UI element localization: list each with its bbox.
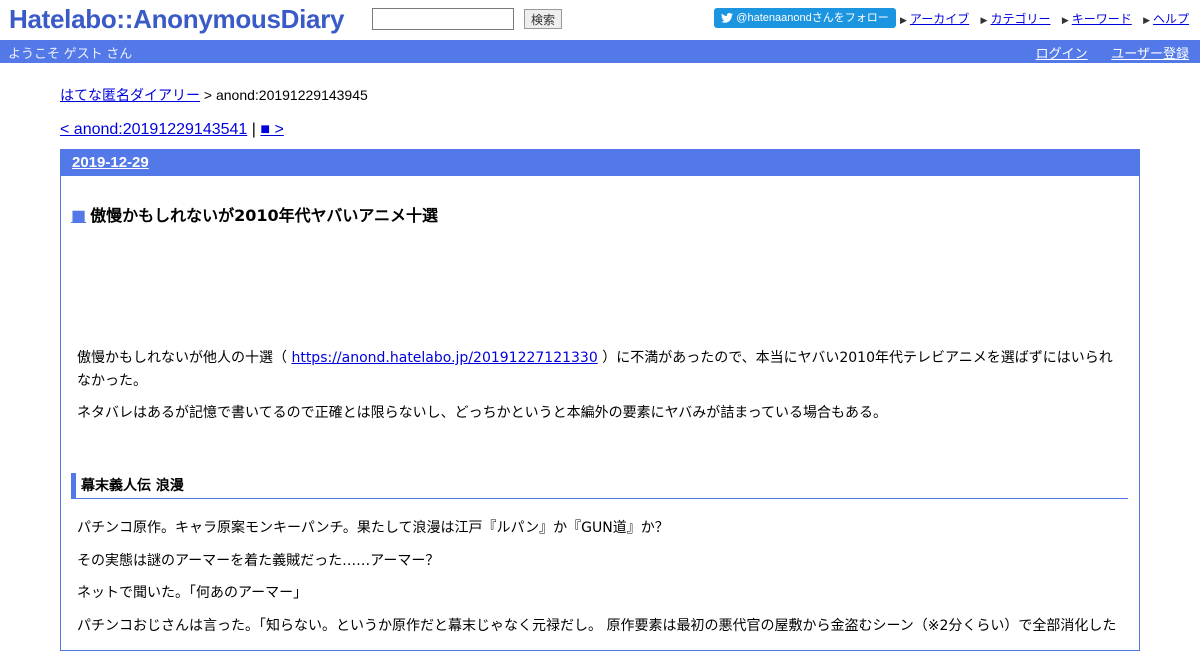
arrow-icon: ▶ — [900, 15, 907, 25]
nav-archive: ▶ アーカイブ — [900, 12, 969, 26]
section-heading: 幕末義人伝 浪漫 — [71, 473, 1128, 499]
nav-link-category[interactable]: カテゴリー — [990, 12, 1050, 26]
day-header: 2019-12-29 — [61, 150, 1139, 176]
twitter-icon — [721, 13, 734, 23]
nav-help: ▶ ヘルプ — [1143, 12, 1189, 26]
header-nav: ▶ アーカイブ ▶ カテゴリー ▶ キーワード ▶ ヘルプ — [900, 10, 1189, 27]
nav-link-keyword[interactable]: キーワード — [1072, 12, 1132, 26]
nav-category: ▶ カテゴリー — [981, 12, 1051, 26]
twitter-follow-button[interactable]: @hatenaanondさんをフォロー — [714, 8, 896, 28]
arrow-icon: ▶ — [980, 15, 988, 25]
breadcrumb-home-link[interactable]: はてな匿名ダイアリー — [60, 87, 200, 103]
breadcrumb-current: anond:20191229143945 — [215, 87, 368, 103]
next-entry-link[interactable]: ■ > — [260, 121, 283, 138]
pager-separator: | — [251, 121, 256, 138]
login-link[interactable]: ログイン — [1036, 46, 1088, 61]
entry-pager: < anond:20191229143541 | ■ > — [60, 121, 284, 139]
site-logo[interactable]: Hatelabo::AnonymousDiary — [9, 4, 344, 35]
day-section: 2019-12-29 ■ 傲慢かもしれないが2010年代ヤバいアニメ十選 傲慢かも… — [60, 149, 1140, 651]
nav-link-archive[interactable]: アーカイブ — [910, 12, 969, 26]
welcome-text: ようこそ ゲスト さん — [8, 46, 133, 61]
paragraph: ネットで聞いた。「何あのアーマー」 — [77, 585, 308, 601]
nav-keyword: ▶ キーワード — [1062, 12, 1132, 26]
date-link[interactable]: 2019-12-29 — [72, 154, 149, 171]
user-actions: ログイン ユーザー登録 — [1016, 43, 1189, 62]
arrow-icon: ▶ — [1061, 15, 1069, 25]
arrow-icon: ▶ — [1143, 15, 1151, 25]
entry-body: 傲慢かもしれないが他人の十選（ https://anond.hatelabo.j… — [77, 347, 1123, 434]
section-body: パチンコ原作。キャラ原案モンキーパンチ。果たして浪漫は江戸『ルパン』か『GUN道… — [77, 517, 1127, 647]
entry-title-text: 傲慢かもしれないが2010年代ヤバいアニメ十選 — [90, 206, 439, 225]
permalink-square-icon[interactable]: ■ — [71, 206, 86, 225]
paragraph: パチンコ原作。キャラ原案モンキーパンチ。果たして浪漫は江戸『ルパン』か『GUN道… — [77, 520, 669, 536]
user-bar: ようこそ ゲスト さん ログイン ユーザー登録 — [0, 40, 1200, 63]
entry-title: ■ 傲慢かもしれないが2010年代ヤバいアニメ十選 — [71, 202, 438, 226]
paragraph: パチンコおじさんは言った。「知らない。というか原作だと幕末じゃなく元禄だし。 原… — [77, 617, 1117, 634]
follow-label: @hatenaanondさんをフォロー — [736, 12, 889, 24]
paragraph: ネタバレはあるが記憶で書いてるので正確とは限らないし、どっちかというと本編外の要… — [77, 405, 888, 421]
paragraph-text: 傲慢かもしれないが他人の十選（ — [77, 350, 292, 366]
register-link[interactable]: ユーザー登録 — [1111, 46, 1189, 61]
paragraph: 傲慢かもしれないが他人の十選（ https://anond.hatelabo.j… — [77, 347, 1123, 393]
paragraph: その実態は謎のアーマーを着た義賊だった……アーマー？ — [77, 552, 440, 569]
breadcrumb-separator: > — [203, 87, 213, 103]
prev-entry-link[interactable]: < anond:20191229143541 — [60, 121, 247, 138]
nav-link-help[interactable]: ヘルプ — [1153, 12, 1189, 26]
search-input[interactable] — [372, 8, 514, 30]
search-button[interactable]: 検索 — [524, 9, 563, 29]
header: Hatelabo::AnonymousDiary 検索 @hatenaanond… — [0, 0, 1200, 40]
breadcrumb: はてな匿名ダイアリー > anond:20191229143945 — [60, 85, 368, 105]
reference-link[interactable]: https://anond.hatelabo.jp/20191227121330 — [291, 350, 597, 366]
